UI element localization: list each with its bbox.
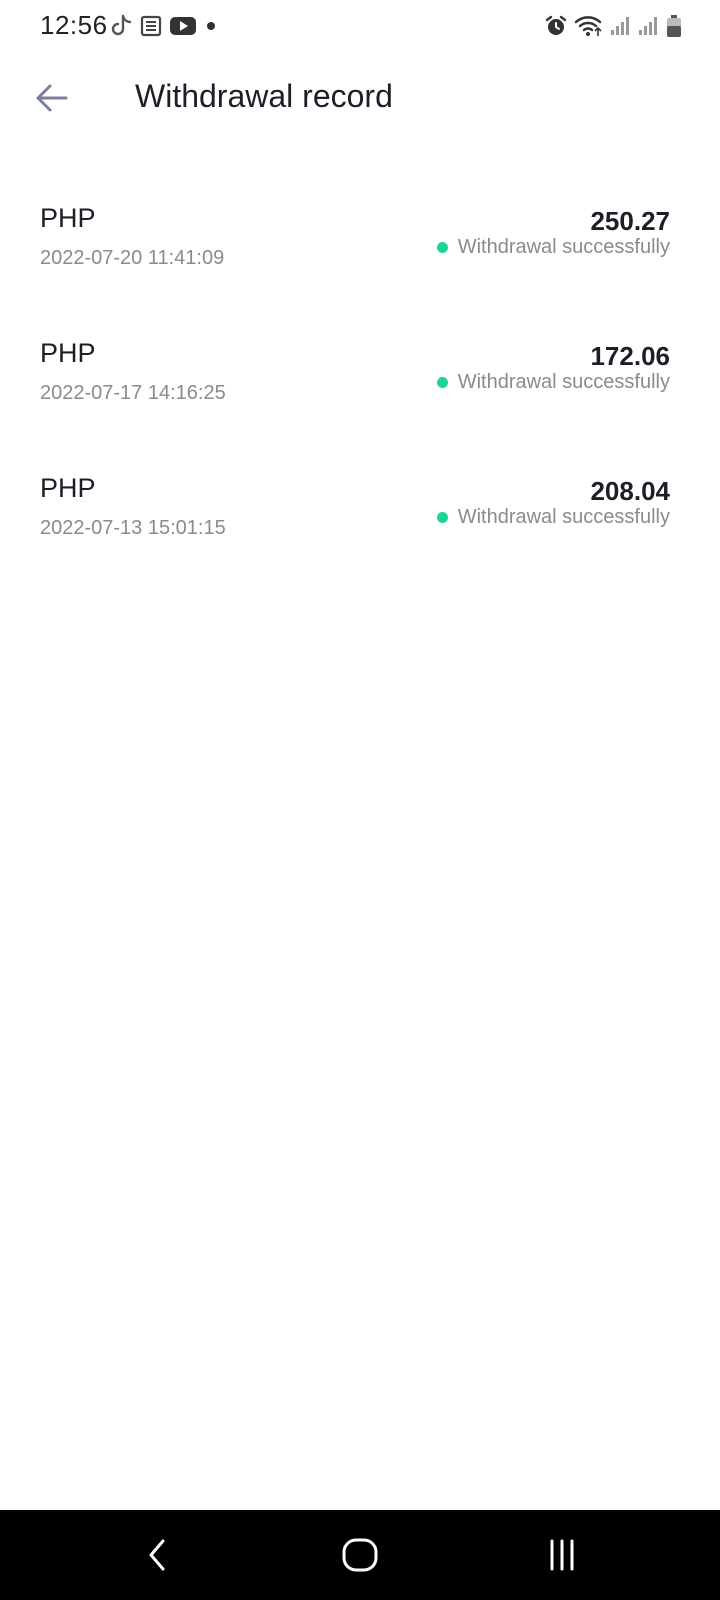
dot-icon	[204, 13, 218, 39]
recents-nav-icon	[550, 1539, 574, 1571]
nav-back-button[interactable]	[128, 1530, 188, 1580]
header: Withdrawal record	[0, 60, 720, 140]
record-amount: 250.27	[590, 206, 670, 236]
tiktok-icon	[110, 13, 132, 39]
status-time: 12:56	[40, 10, 108, 40]
news-icon	[140, 13, 162, 39]
status-dot-icon	[436, 242, 448, 253]
record-currency: PHP	[40, 338, 96, 368]
record-currency: PHP	[40, 203, 96, 233]
home-nav-icon	[342, 1538, 378, 1572]
back-button[interactable]	[30, 76, 74, 120]
status-bar: 12:56	[0, 0, 720, 52]
status-dot-icon	[436, 512, 448, 523]
record-datetime: 2022-07-17 14:16:25	[40, 382, 226, 404]
signal-icon	[638, 13, 660, 39]
system-status-icons	[544, 13, 682, 39]
record-status: Withdrawal successfully	[436, 506, 670, 529]
record-status: Withdrawal successfully	[436, 371, 670, 394]
wifi-icon	[574, 13, 604, 39]
withdrawal-record-item[interactable]: PHP 2022-07-13 15:01:15 208.04 Withdrawa…	[0, 460, 720, 595]
notification-icons	[110, 13, 218, 39]
withdrawal-record-item[interactable]: PHP 2022-07-20 11:41:09 250.27 Withdrawa…	[0, 190, 720, 325]
nav-home-button[interactable]	[330, 1530, 390, 1580]
status-dot-icon	[436, 377, 448, 388]
arrow-left-icon	[36, 84, 68, 112]
withdrawal-record-item[interactable]: PHP 2022-07-17 14:16:25 172.06 Withdrawa…	[0, 325, 720, 460]
record-currency: PHP	[40, 473, 96, 503]
record-amount: 208.04	[590, 476, 670, 506]
withdrawal-record-list: PHP 2022-07-20 11:41:09 250.27 Withdrawa…	[0, 190, 720, 595]
page-title: Withdrawal record	[135, 78, 393, 114]
back-nav-icon	[149, 1539, 165, 1571]
record-datetime: 2022-07-20 11:41:09	[40, 247, 225, 269]
record-status-text: Withdrawal successfully	[457, 371, 670, 393]
record-amount: 172.06	[590, 341, 670, 371]
signal-icon	[610, 13, 632, 39]
nav-recents-button[interactable]	[532, 1530, 592, 1580]
record-status-text: Withdrawal successfully	[457, 506, 670, 528]
youtube-icon	[170, 13, 196, 39]
battery-icon	[666, 13, 682, 39]
record-status: Withdrawal successfully	[436, 236, 670, 259]
system-navigation-bar	[0, 1510, 720, 1600]
record-status-text: Withdrawal successfully	[457, 236, 670, 258]
record-datetime: 2022-07-13 15:01:15	[40, 517, 226, 539]
alarm-icon	[544, 13, 568, 39]
